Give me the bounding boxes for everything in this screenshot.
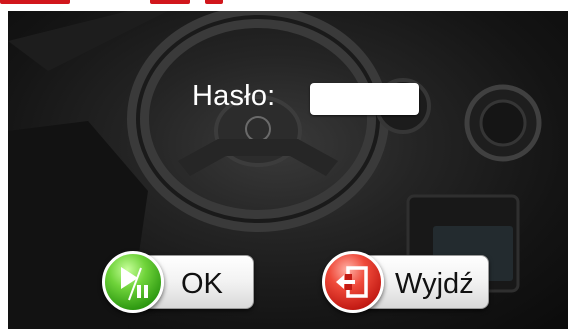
play-pause-icon[interactable] [102,251,164,313]
top-red-mark [0,0,70,4]
top-red-mark [150,0,190,4]
password-input[interactable] [310,83,419,115]
top-strip [0,0,576,11]
exit-button-label: Wyjdź [395,268,474,300]
login-screen: Hasło: OK Wyjdź [8,11,568,329]
password-label: Hasło: [192,80,276,112]
ok-button-label: OK [181,268,223,300]
exit-door-icon[interactable] [322,251,384,313]
top-red-mark [205,0,223,4]
